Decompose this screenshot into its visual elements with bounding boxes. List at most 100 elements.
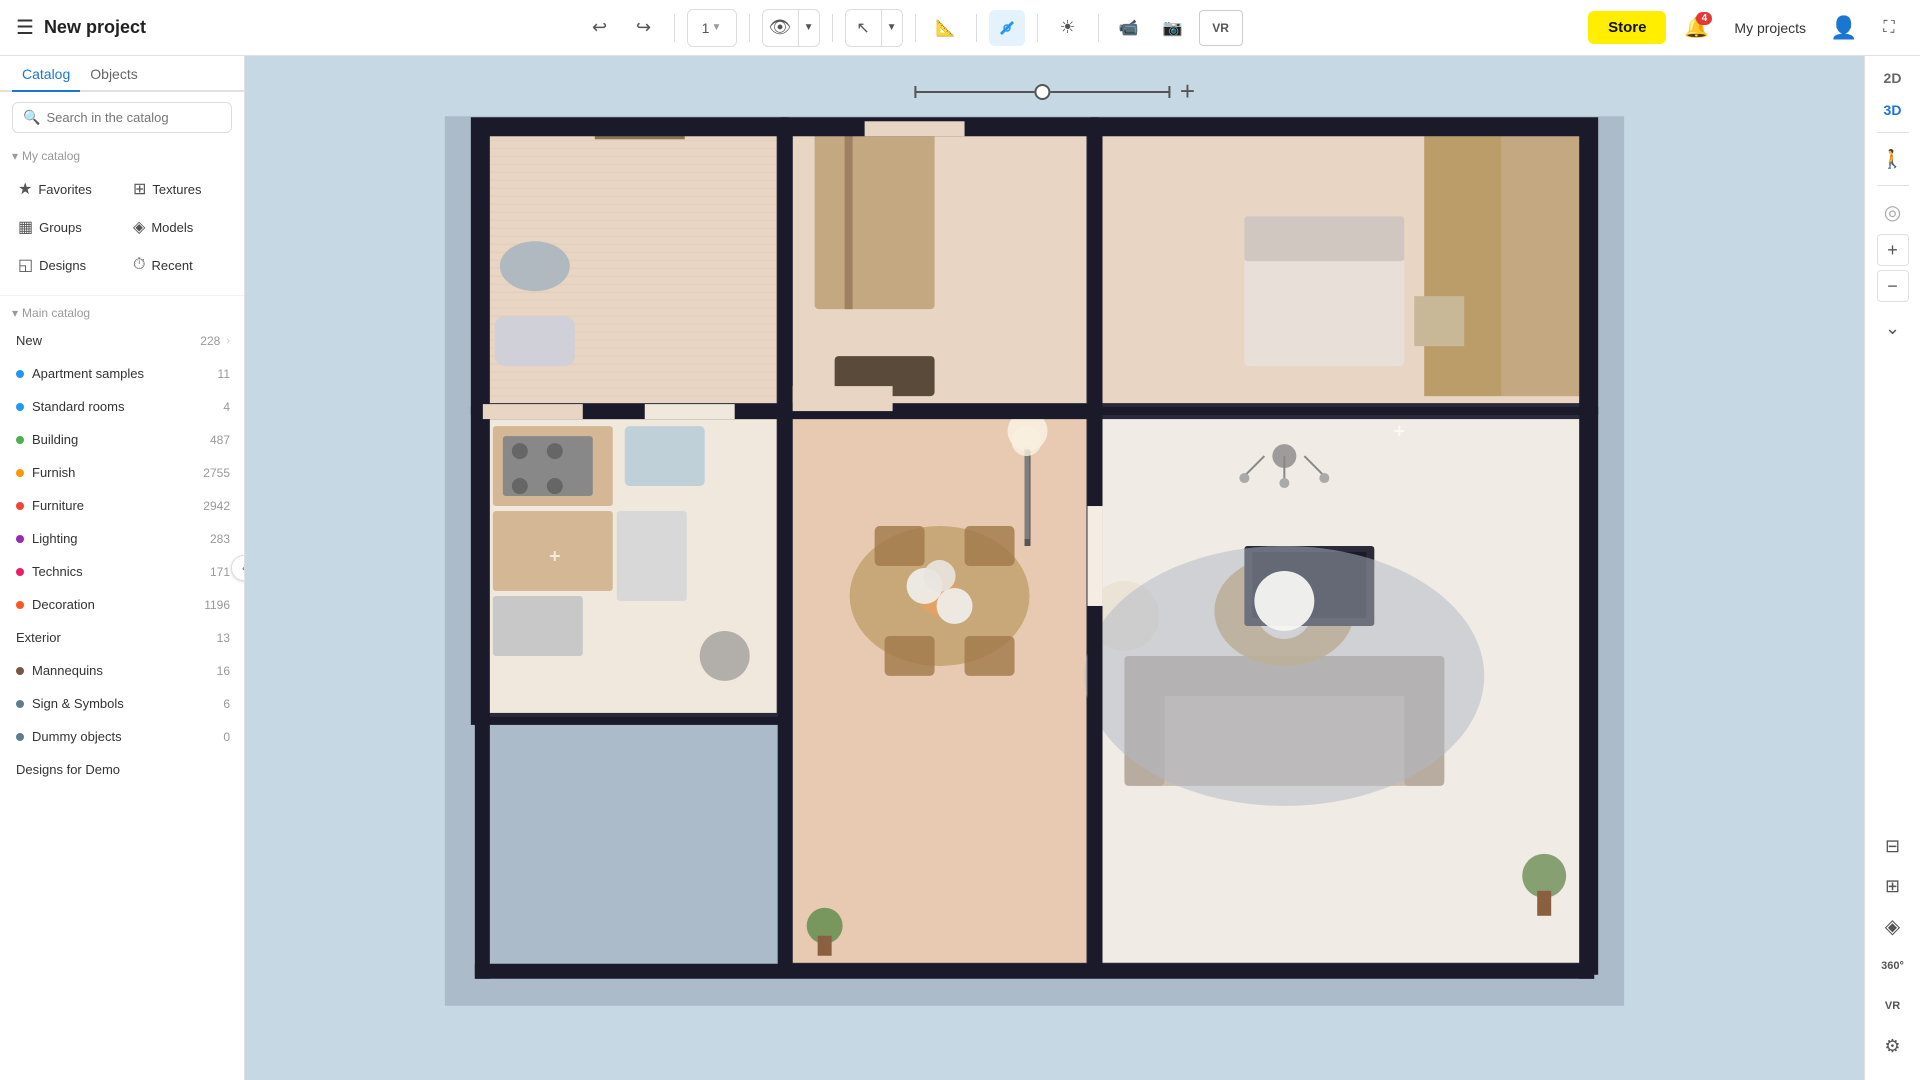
catalog-item-dummy-objects[interactable]: Dummy objects 0 (0, 720, 244, 753)
search-box: 🔍 (0, 92, 244, 143)
360-icon: 360° (1881, 960, 1904, 972)
technics-dot (16, 568, 24, 576)
settings-button[interactable]: ⚙ (1875, 1028, 1911, 1064)
scroll-down-button[interactable]: ⌄ (1875, 310, 1911, 346)
recent-icon: ⏱ (133, 256, 145, 274)
zoom-in-icon: + (1887, 240, 1898, 261)
step-button[interactable]: 1 ▼ (688, 10, 736, 46)
sidebar: Catalog Objects 🔍 ▾ My catalog ★ Favorit… (0, 56, 245, 1080)
fullscreen-button[interactable]: ⛶ (1874, 13, 1904, 43)
catalog-item-technics[interactable]: Technics 171 (0, 555, 244, 588)
zoom-in-button[interactable]: + (1877, 234, 1909, 266)
draw-tool-button[interactable] (989, 10, 1025, 46)
dummy-objects-label: Dummy objects (32, 729, 122, 744)
view-eye-button[interactable]: 👁 (763, 10, 799, 46)
hamburger-menu-icon[interactable]: ☰ (16, 15, 34, 40)
search-input[interactable] (46, 110, 221, 125)
vr-view-button[interactable]: VR (1875, 988, 1911, 1024)
floor-plan-view-button[interactable]: ⊟ (1875, 828, 1911, 864)
exterior-count: 13 (217, 631, 230, 645)
catalog-item-designs-demo[interactable]: Designs for Demo (0, 753, 244, 786)
floor-plan-canvas[interactable] (245, 56, 1864, 1080)
view-360-button[interactable]: 360° (1875, 948, 1911, 984)
screenshot-button[interactable]: 📷 (1155, 10, 1191, 46)
user-account-button[interactable]: 👤 (1826, 10, 1862, 46)
new-label: New (16, 333, 42, 348)
sidebar-item-favorites[interactable]: ★ Favorites (8, 171, 121, 207)
sidebar-item-recent[interactable]: ⏱ Recent (123, 247, 236, 283)
walk-icon: 🚶 (1881, 149, 1903, 170)
exterior-label: Exterior (16, 630, 61, 645)
catalog-item-furniture[interactable]: Furniture 2942 (0, 489, 244, 522)
tab-catalog[interactable]: Catalog (12, 56, 80, 92)
catalog-item-exterior[interactable]: Exterior 13 (0, 621, 244, 654)
building-label: Building (32, 432, 78, 447)
mannequins-label: Mannequins (32, 663, 103, 678)
decoration-dot (16, 601, 24, 609)
view-2d-button[interactable]: 2D (1876, 64, 1910, 92)
cursor-button[interactable]: ↖ (846, 10, 882, 46)
groups-icon: ▦ (18, 217, 33, 237)
main-content: Catalog Objects 🔍 ▾ My catalog ★ Favorit… (0, 56, 1920, 1080)
vr-button[interactable]: VR (1199, 10, 1243, 46)
cursor-tool-group: ↖ ▼ (845, 9, 903, 47)
tab-objects[interactable]: Objects (80, 56, 147, 92)
view-3d-button[interactable]: 3D (1876, 96, 1910, 124)
ruler-line-right (1050, 91, 1170, 93)
topbar-left: ☰ New project (16, 15, 236, 40)
canvas-area[interactable]: + (245, 56, 1864, 1080)
sign-symbols-count: 6 (223, 697, 230, 711)
zoom-out-button[interactable]: − (1877, 270, 1909, 302)
catalog-item-standard-rooms[interactable]: Standard rooms 4 (0, 390, 244, 423)
search-input-wrap[interactable]: 🔍 (12, 102, 232, 133)
ruler-line-left (914, 91, 1034, 93)
zoom-out-icon: − (1887, 276, 1898, 297)
view-eye-dropdown[interactable]: ▼ (799, 10, 819, 46)
my-projects-button[interactable]: My projects (1726, 14, 1814, 42)
catalog-item-decoration[interactable]: Decoration 1196 (0, 588, 244, 621)
catalog-item-apartment-samples[interactable]: Apartment samples 11 (0, 357, 244, 390)
my-catalog-arrow: ▾ (12, 149, 18, 163)
catalog-item-lighting[interactable]: Lighting 283 (0, 522, 244, 555)
textures-label: Textures (152, 182, 201, 197)
main-catalog-arrow: ▾ (12, 306, 18, 320)
elevation-view-button[interactable]: ⊞ (1875, 868, 1911, 904)
topbar: ☰ New project ↩ ↪ 1 ▼ 👁 ▼ ↖ ▼ 📐 (0, 0, 1920, 56)
elevation-icon: ⊞ (1885, 876, 1900, 897)
notification-button[interactable]: 🔔 4 (1678, 10, 1714, 46)
catalog-item-mannequins[interactable]: Mannequins 16 (0, 654, 244, 687)
settings-icon: ⚙ (1884, 1036, 1900, 1057)
catalog-item-furnish[interactable]: Furnish 2755 (0, 456, 244, 489)
walk-through-button[interactable]: 🚶 (1875, 141, 1911, 177)
sidebar-item-groups[interactable]: ▦ Groups (8, 209, 121, 245)
camera-button[interactable]: 📹 (1111, 10, 1147, 46)
sign-symbols-label: Sign & Symbols (32, 696, 124, 711)
undo-button[interactable]: ↩ (582, 10, 618, 46)
catalog-item-sign-symbols[interactable]: Sign & Symbols 6 (0, 687, 244, 720)
ruler-button[interactable]: 📐 (928, 10, 964, 46)
favorites-label: Favorites (38, 182, 91, 197)
sidebar-item-models[interactable]: ◈ Models (123, 209, 236, 245)
expand-icon: ⛶ (1883, 19, 1894, 37)
catalog-item-new[interactable]: New 228 › (0, 324, 244, 357)
lighting-button[interactable]: ☀ (1050, 10, 1086, 46)
add-point-icon[interactable]: + (1180, 76, 1195, 107)
mannequins-dot (16, 667, 24, 675)
shape-3d-button[interactable]: ◈ (1875, 908, 1911, 944)
compass-button[interactable]: ◎ (1875, 194, 1911, 230)
cursor-dropdown[interactable]: ▼ (882, 10, 902, 46)
sidebar-item-designs[interactable]: ◱ Designs (8, 247, 121, 283)
furnish-dot (16, 469, 24, 477)
store-button[interactable]: Store (1588, 11, 1666, 44)
models-icon: ◈ (133, 217, 145, 237)
ruler-bar: + (914, 76, 1195, 107)
ruler-handle[interactable] (1034, 84, 1050, 100)
designs-icon: ◱ (18, 255, 33, 275)
topbar-right: Store 🔔 4 My projects 👤 ⛶ (1588, 10, 1904, 46)
sidebar-item-textures[interactable]: ⊞ Textures (123, 171, 236, 207)
redo-button[interactable]: ↪ (626, 10, 662, 46)
catalog-item-building[interactable]: Building 487 (0, 423, 244, 456)
project-title: New project (44, 17, 146, 38)
main-catalog-title: Main catalog (22, 306, 90, 320)
furnish-label: Furnish (32, 465, 75, 480)
